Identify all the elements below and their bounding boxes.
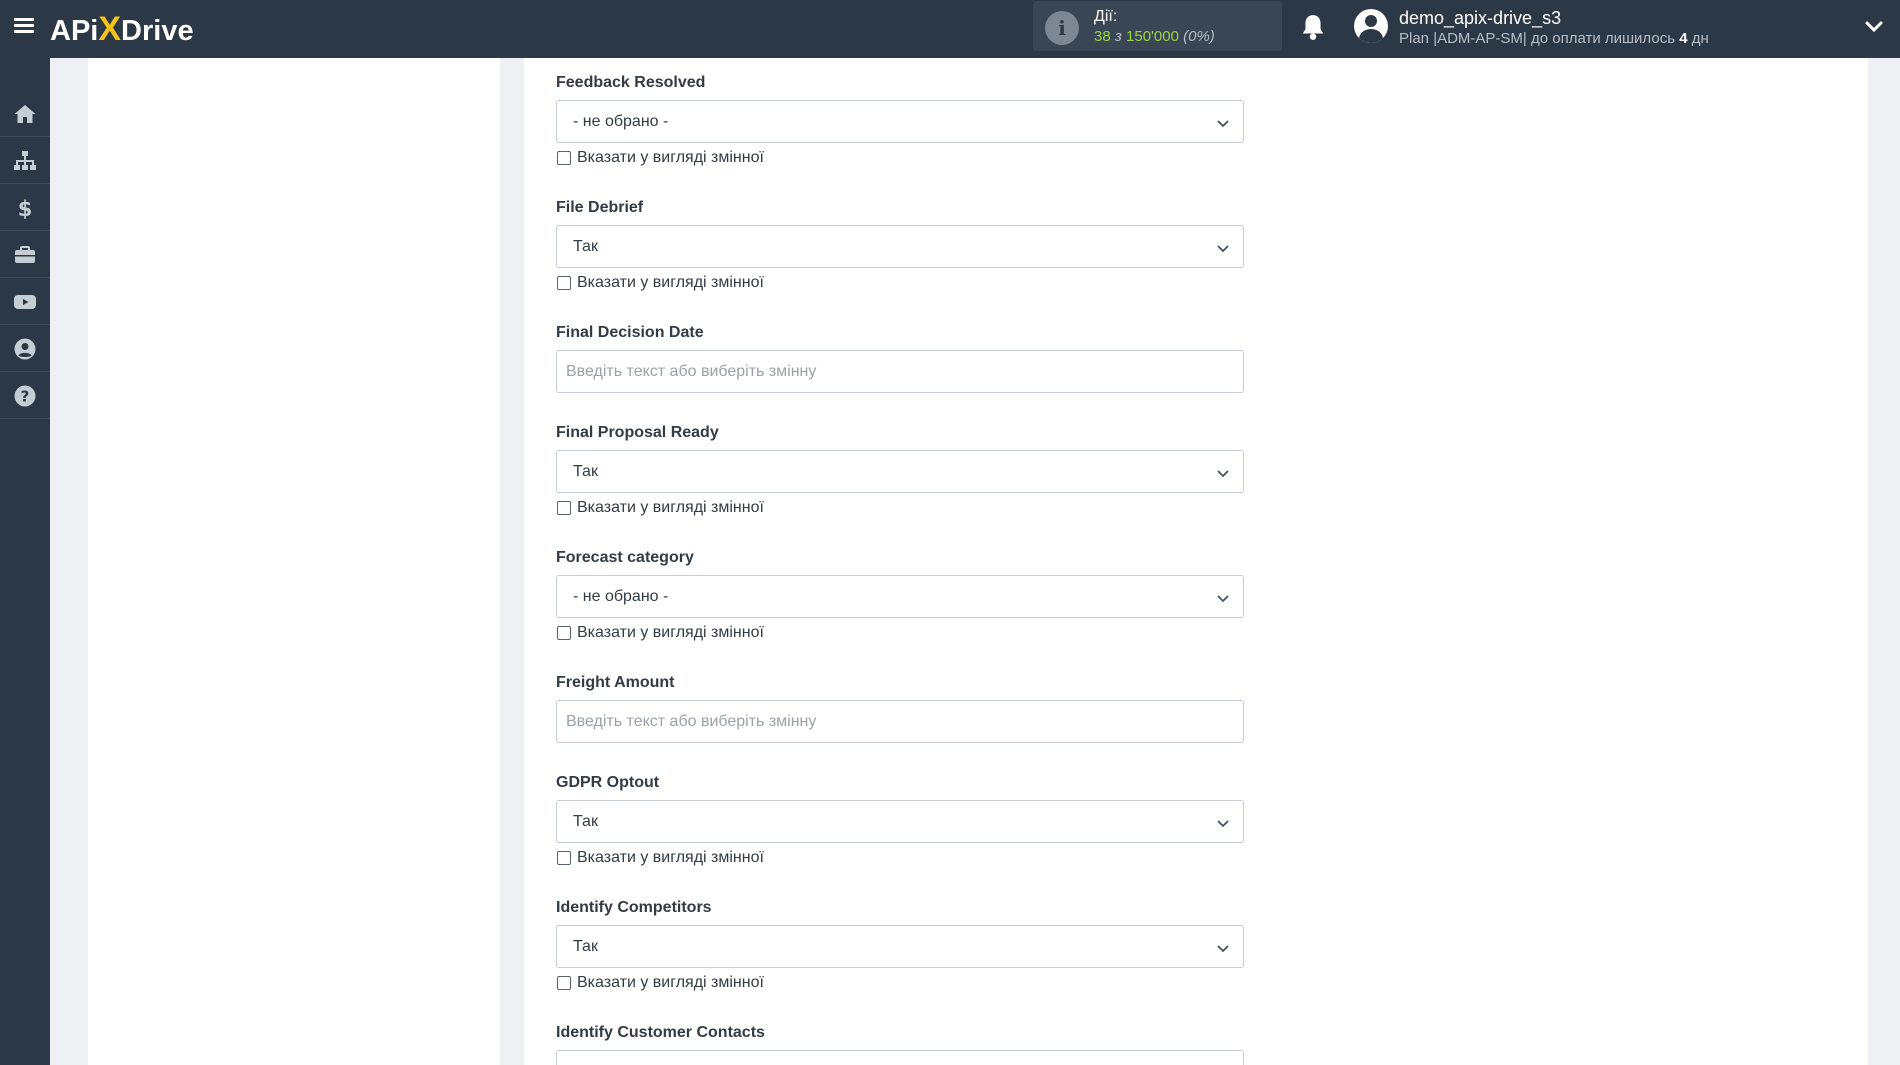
hamburger-menu-icon[interactable] <box>12 15 36 37</box>
final-proposal-ready-select[interactable]: Так <box>556 450 1244 493</box>
sidebar-item-help[interactable]: ? <box>0 372 50 419</box>
freight-amount-input-wrap[interactable] <box>556 700 1244 743</box>
notifications-bell-icon[interactable] <box>1300 13 1326 41</box>
main-panel: Feedback Resolved - не обрано - Вказати … <box>524 58 1868 1065</box>
help-icon: ? <box>14 385 36 407</box>
user-avatar-icon[interactable] <box>1354 9 1388 43</box>
variable-checkbox-label[interactable]: Вказати у вигляді змінної <box>577 849 764 867</box>
sidebar-item-tools[interactable] <box>0 231 50 278</box>
field-label: GDPR Optout <box>556 774 660 791</box>
freight-amount-input[interactable] <box>557 701 1243 742</box>
feedback-resolved-select[interactable]: - не обрано - <box>556 100 1244 143</box>
left-panel <box>88 58 500 1065</box>
field-label: Identify Customer Contacts <box>556 1024 765 1041</box>
apix-drive-logo[interactable]: APiXDrive <box>50 9 194 49</box>
home-icon <box>14 105 36 123</box>
variable-checkbox[interactable] <box>557 501 571 515</box>
sidebar: $ ? <box>0 58 50 1065</box>
chevron-down-icon <box>1217 945 1229 953</box>
variable-checkbox-label[interactable]: Вказати у вигляді змінної <box>577 974 764 992</box>
identify-customer-contacts-select[interactable] <box>556 1050 1244 1065</box>
file-debrief-select[interactable]: Так <box>556 225 1244 268</box>
sidebar-item-connections[interactable] <box>0 137 50 184</box>
briefcase-icon <box>15 246 35 263</box>
select-value: Так <box>573 813 598 830</box>
field-label: Identify Competitors <box>556 899 712 916</box>
info-icon: i <box>1045 11 1079 45</box>
variable-checkbox[interactable] <box>557 151 571 165</box>
chevron-down-icon <box>1217 595 1229 603</box>
field-label: Final Decision Date <box>556 324 704 341</box>
variable-checkbox[interactable] <box>557 276 571 290</box>
select-value: - не обрано - <box>573 588 669 605</box>
chevron-down-icon <box>1217 120 1229 128</box>
chevron-down-icon <box>1217 820 1229 828</box>
username[interactable]: demo_apix-drive_s3 <box>1399 8 1561 29</box>
variable-checkbox-label[interactable]: Вказати у вигляді змінної <box>577 149 764 167</box>
actions-counter: i Дії: 38 з 150'000 (0%) <box>1033 1 1282 51</box>
field-label: File Debrief <box>556 199 644 216</box>
final-decision-date-input-wrap[interactable] <box>556 350 1244 393</box>
svg-text:?: ? <box>21 388 30 406</box>
field-label: Feedback Resolved <box>556 74 706 91</box>
variable-checkbox-label[interactable]: Вказати у вигляді змінної <box>577 499 764 517</box>
select-value: Так <box>573 938 598 955</box>
sidebar-item-video[interactable] <box>0 278 50 325</box>
chevron-down-icon[interactable] <box>1864 16 1884 36</box>
chevron-down-icon <box>1217 245 1229 253</box>
select-value: Так <box>573 238 598 255</box>
sidebar-item-billing[interactable]: $ <box>0 184 50 231</box>
sidebar-item-home[interactable] <box>0 90 50 137</box>
variable-checkbox[interactable] <box>557 851 571 865</box>
gdpr-optout-select[interactable]: Так <box>556 800 1244 843</box>
select-value: - не обрано - <box>573 113 669 130</box>
top-bar: APiXDrive i Дії: 38 з 150'000 (0%) demo_… <box>0 0 1900 58</box>
dollar-icon: $ <box>18 197 33 220</box>
actions-count: 38 з 150'000 (0%) <box>1094 28 1215 45</box>
identify-competitors-select[interactable]: Так <box>556 925 1244 968</box>
sitemap-icon <box>14 151 36 170</box>
variable-checkbox-label[interactable]: Вказати у вигляді змінної <box>577 274 764 292</box>
chevron-down-icon <box>1217 470 1229 478</box>
variable-checkbox-label[interactable]: Вказати у вигляді змінної <box>577 624 764 642</box>
plan-info: Plan |ADM-AP-SM| до оплати лишилось 4 дн <box>1399 30 1709 47</box>
youtube-icon <box>14 295 36 309</box>
user-circle-icon <box>14 338 36 360</box>
forecast-category-select[interactable]: - не обрано - <box>556 575 1244 618</box>
select-value: Так <box>573 463 598 480</box>
final-decision-date-input[interactable] <box>557 351 1243 392</box>
sidebar-item-profile[interactable] <box>0 325 50 372</box>
svg-text:$: $ <box>18 197 33 220</box>
field-label: Freight Amount <box>556 674 675 691</box>
field-label: Forecast category <box>556 549 694 566</box>
field-label: Final Proposal Ready <box>556 424 719 441</box>
variable-checkbox[interactable] <box>557 626 571 640</box>
actions-label: Дії: <box>1094 8 1118 25</box>
variable-checkbox[interactable] <box>557 976 571 990</box>
